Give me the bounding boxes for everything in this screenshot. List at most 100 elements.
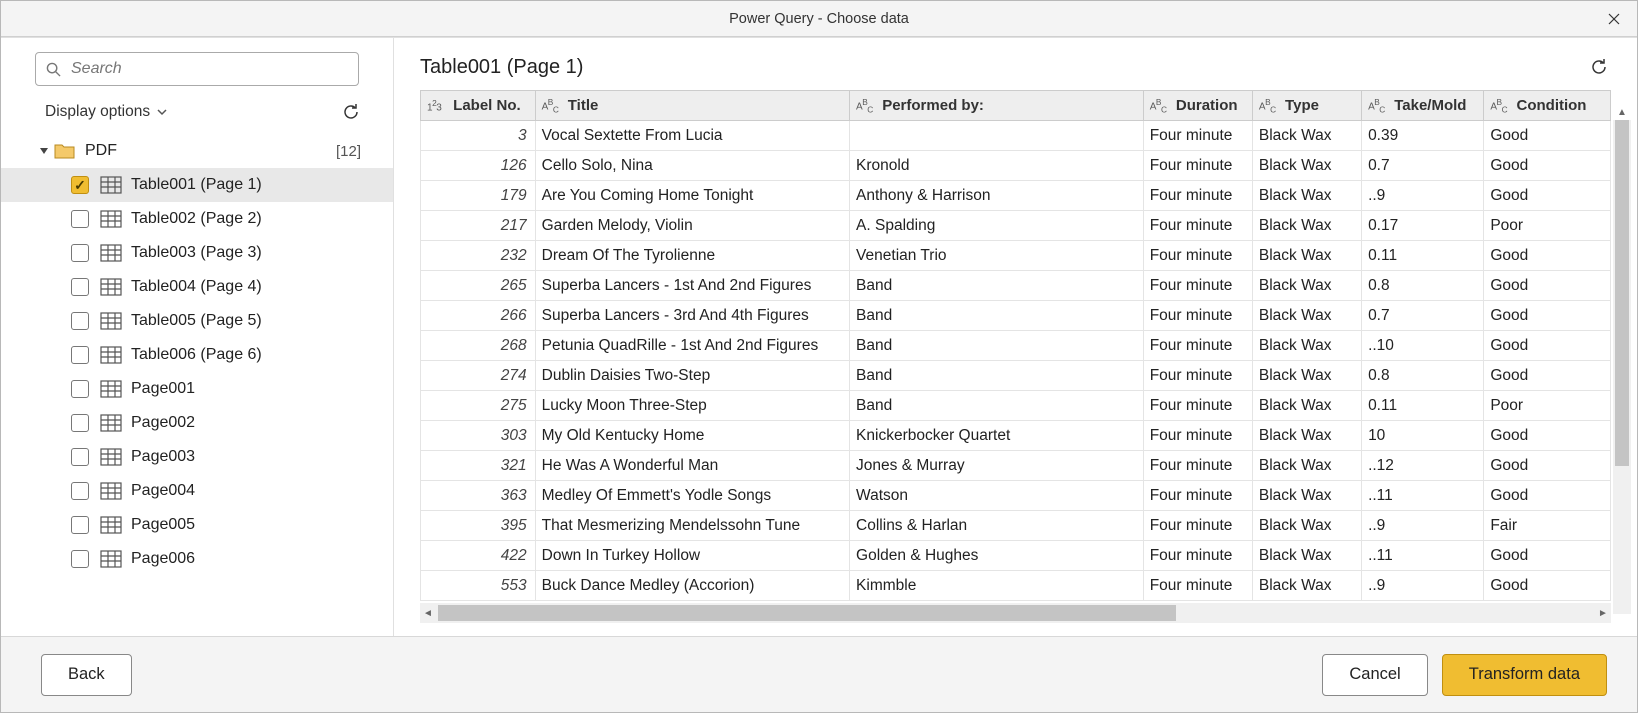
table-cell: Black Wax [1252, 181, 1361, 211]
table-cell: Four minute [1143, 301, 1252, 331]
table-icon [97, 346, 125, 364]
cancel-button[interactable]: Cancel [1322, 654, 1427, 696]
navigator-tree: PDF [12] Table001 (Page 1)Table002 (Page… [1, 130, 393, 576]
refresh-button[interactable] [339, 100, 363, 124]
tree-item[interactable]: Table004 (Page 4) [1, 270, 393, 304]
table-cell: 10 [1362, 421, 1484, 451]
tree-item-checkbox[interactable] [71, 244, 89, 262]
refresh-icon [341, 102, 361, 122]
scroll-up-arrow-icon[interactable]: ▲ [1613, 104, 1631, 120]
text-type-icon: ABC [1490, 97, 1512, 114]
tree-item-label: Page001 [131, 380, 363, 398]
chevron-down-icon [156, 106, 168, 118]
tree-item[interactable]: Page003 [1, 440, 393, 474]
table-row[interactable]: 363Medley Of Emmett's Yodle SongsWatsonF… [421, 481, 1611, 511]
close-button[interactable] [1591, 1, 1637, 36]
preview-title: Table001 (Page 1) [420, 56, 583, 79]
tree-item[interactable]: Table005 (Page 5) [1, 304, 393, 338]
table-icon [97, 278, 125, 296]
table-cell: Four minute [1143, 541, 1252, 571]
tree-item[interactable]: Page001 [1, 372, 393, 406]
table-cell: Good [1484, 241, 1611, 271]
preview-table: 123 Label No.ABC TitleABC Performed by:A… [420, 90, 1611, 601]
table-row[interactable]: 303My Old Kentucky HomeKnickerbocker Qua… [421, 421, 1611, 451]
column-header[interactable]: 123 Label No. [421, 91, 536, 121]
tree-item[interactable]: Page004 [1, 474, 393, 508]
table-row[interactable]: 232Dream Of The TyrolienneVenetian TrioF… [421, 241, 1611, 271]
table-cell [850, 121, 1144, 151]
table-row[interactable]: 217Garden Melody, ViolinA. SpaldingFour … [421, 211, 1611, 241]
table-cell: Good [1484, 451, 1611, 481]
tree-item[interactable]: Table001 (Page 1) [1, 168, 393, 202]
table-cell: Good [1484, 301, 1611, 331]
tree-item-checkbox[interactable] [71, 550, 89, 568]
navigator-panel: Display options PDF [12] [1, 38, 394, 636]
table-row[interactable]: 395That Mesmerizing Mendelssohn TuneColl… [421, 511, 1611, 541]
tree-item[interactable]: Table002 (Page 2) [1, 202, 393, 236]
table-cell: Jones & Murray [850, 451, 1144, 481]
column-header[interactable]: ABC Type [1252, 91, 1361, 121]
tree-item-checkbox[interactable] [71, 448, 89, 466]
tree-item[interactable]: Page002 [1, 406, 393, 440]
tree-item-label: Table003 (Page 3) [131, 244, 363, 262]
table-row[interactable]: 553Buck Dance Medley (Accorion)KimmbleFo… [421, 571, 1611, 601]
table-cell: 265 [421, 271, 536, 301]
table-row[interactable]: 126Cello Solo, NinaKronoldFour minuteBla… [421, 151, 1611, 181]
back-button[interactable]: Back [41, 654, 132, 696]
table-row[interactable]: 422Down In Turkey HollowGolden & HughesF… [421, 541, 1611, 571]
tree-item-checkbox[interactable] [71, 278, 89, 296]
search-input-wrap[interactable] [35, 52, 359, 86]
dialog-footer: Back Cancel Transform data [1, 636, 1637, 712]
display-options-label: Display options [45, 103, 150, 121]
tree-item-checkbox[interactable] [71, 312, 89, 330]
search-input[interactable] [69, 59, 348, 79]
column-header[interactable]: ABC Take/Mold [1362, 91, 1484, 121]
table-row[interactable]: 179Are You Coming Home TonightAnthony & … [421, 181, 1611, 211]
table-row[interactable]: 265Superba Lancers - 1st And 2nd Figures… [421, 271, 1611, 301]
tree-item-checkbox[interactable] [71, 210, 89, 228]
tree-item-checkbox[interactable] [71, 346, 89, 364]
tree-item[interactable]: Page006 [1, 542, 393, 576]
table-cell: Black Wax [1252, 361, 1361, 391]
vertical-scrollbar[interactable]: ▲ [1613, 120, 1631, 614]
collapse-caret-icon[interactable] [37, 146, 51, 156]
text-type-icon: ABC [856, 97, 878, 114]
tree-item-checkbox[interactable] [71, 482, 89, 500]
tree-item[interactable]: Table006 (Page 6) [1, 338, 393, 372]
table-row[interactable]: 266Superba Lancers - 3rd And 4th Figures… [421, 301, 1611, 331]
table-row[interactable]: 274Dublin Daisies Two-StepBandFour minut… [421, 361, 1611, 391]
table-row[interactable]: 275Lucky Moon Three-StepBandFour minuteB… [421, 391, 1611, 421]
tree-item[interactable]: Page005 [1, 508, 393, 542]
column-header[interactable]: ABC Performed by: [850, 91, 1144, 121]
column-header[interactable]: ABC Duration [1143, 91, 1252, 121]
tree-root-pdf[interactable]: PDF [12] [1, 134, 393, 168]
tree-item-checkbox[interactable] [71, 176, 89, 194]
refresh-preview-button[interactable] [1587, 55, 1611, 79]
table-cell: Four minute [1143, 361, 1252, 391]
tree-item-checkbox[interactable] [71, 414, 89, 432]
display-options-dropdown[interactable]: Display options [45, 103, 168, 121]
horizontal-scrollbar[interactable]: ◄ ► [420, 603, 1611, 623]
table-row[interactable]: 321He Was A Wonderful ManJones & MurrayF… [421, 451, 1611, 481]
scroll-left-arrow-icon[interactable]: ◄ [420, 603, 436, 623]
table-cell: Good [1484, 121, 1611, 151]
column-header[interactable]: ABC Title [535, 91, 849, 121]
horizontal-scroll-thumb[interactable] [438, 605, 1176, 621]
table-cell: Four minute [1143, 241, 1252, 271]
transform-data-button[interactable]: Transform data [1442, 654, 1607, 696]
tree-item[interactable]: Table003 (Page 3) [1, 236, 393, 270]
table-cell: Black Wax [1252, 271, 1361, 301]
table-cell: Four minute [1143, 151, 1252, 181]
table-cell: 422 [421, 541, 536, 571]
table-row[interactable]: 268Petunia QuadRille - 1st And 2nd Figur… [421, 331, 1611, 361]
vertical-scroll-thumb[interactable] [1615, 120, 1629, 466]
tree-item-checkbox[interactable] [71, 380, 89, 398]
table-cell: 275 [421, 391, 536, 421]
dialog-body: Display options PDF [12] [1, 37, 1637, 636]
scroll-right-arrow-icon[interactable]: ► [1595, 603, 1611, 623]
tree-item-checkbox[interactable] [71, 516, 89, 534]
text-type-icon: ABC [1259, 97, 1281, 114]
column-header[interactable]: ABC Condition [1484, 91, 1611, 121]
table-cell: Watson [850, 481, 1144, 511]
table-row[interactable]: 3Vocal Sextette From LuciaFour minuteBla… [421, 121, 1611, 151]
